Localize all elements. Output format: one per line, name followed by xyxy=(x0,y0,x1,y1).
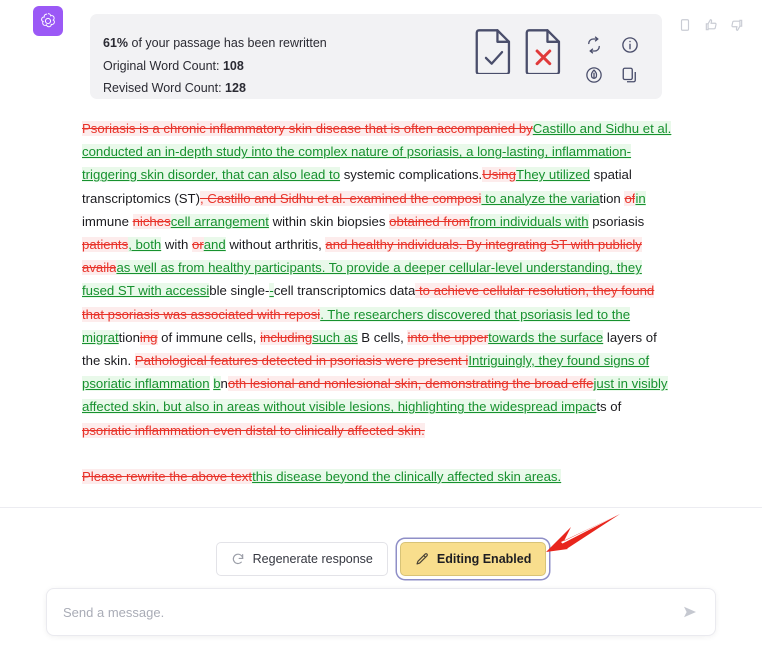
pen-icon xyxy=(415,552,429,566)
diff-inserted-text: and xyxy=(203,237,226,253)
diff-unchanged-text: tion xyxy=(599,190,625,206)
diff-deleted-text: of xyxy=(624,190,636,206)
diff-final-line: Please rewrite the above textthis diseas… xyxy=(82,465,672,488)
diff-unchanged-text: immune xyxy=(82,213,133,229)
original-word-count-line: Original Word Count: 108 xyxy=(103,55,327,78)
diff-deleted-text: Pathological features detected in psoria… xyxy=(134,353,469,369)
diff-inserted-text: , both xyxy=(128,237,162,253)
message-composer[interactable] xyxy=(46,588,716,636)
diff-deleted-text: including xyxy=(260,329,313,345)
diff-inserted-text: from individuals with xyxy=(469,213,589,229)
diff-unchanged-text: without arthritis, xyxy=(225,237,326,253)
info-icon[interactable] xyxy=(621,36,639,54)
diff-inserted-text: in xyxy=(635,190,646,206)
diff-deleted-text: niches xyxy=(132,213,171,229)
diff-inserted-text: such as xyxy=(312,329,358,345)
clipboard-icon[interactable] xyxy=(678,18,692,32)
refresh-icon xyxy=(231,552,245,566)
diff-deleted-text: Using xyxy=(482,167,516,183)
diff-deleted-text: or xyxy=(191,237,204,253)
message-input[interactable] xyxy=(47,604,673,620)
chatgpt-logo xyxy=(33,6,63,36)
rewritten-percent-suffix: of your passage has been rewritten xyxy=(128,36,327,50)
diff-unchanged-text: psoriasis xyxy=(588,213,645,229)
regenerate-response-button[interactable]: Regenerate response xyxy=(215,542,388,576)
diff-unchanged-text: n xyxy=(220,376,228,392)
diff-deleted-text: obtained from xyxy=(389,213,470,229)
panel-icon-group xyxy=(474,28,648,90)
diff-deleted-text: psoriatic inflammation even distal to cl… xyxy=(82,422,425,438)
revised-word-count-label: Revised Word Count: xyxy=(103,81,226,95)
chat-screen: 61% of your passage has been rewritten O… xyxy=(0,0,762,649)
diff-unchanged-text: ts of xyxy=(596,399,622,415)
diff-inserted-text: towards the surface xyxy=(488,329,604,345)
send-arrow-icon[interactable] xyxy=(673,595,707,629)
diff-unchanged-text: within skin biopsies xyxy=(268,213,390,229)
original-word-count-value: 108 xyxy=(222,58,244,73)
diff-deleted-text: Please rewrite the above text xyxy=(82,468,253,484)
diff-deleted-text: h lesional and nonlesional skin, demonst… xyxy=(238,376,594,392)
diff-text-body[interactable]: Psoriasis is a chronic inflammatory skin… xyxy=(82,117,672,488)
message-action-bar xyxy=(678,18,744,32)
diff-inserted-text: to analyze the varia xyxy=(481,190,600,206)
panel-small-icon-grid xyxy=(576,30,648,90)
rewritten-percent-value: 61% xyxy=(103,36,129,50)
diff-deleted-text: ing xyxy=(139,329,158,345)
thumbs-up-icon[interactable] xyxy=(704,18,718,32)
editing-enabled-button[interactable]: Editing Enabled xyxy=(399,542,547,576)
composer-zone: Regenerate response Editing Enabled xyxy=(0,508,762,649)
diff-deleted-text: , Castillo and Sidhu et al. examined the… xyxy=(199,190,482,206)
diff-inserted-text: b xyxy=(213,376,221,392)
diff-paragraph-gap xyxy=(82,442,672,465)
thumbs-down-icon[interactable] xyxy=(730,18,744,32)
diff-deleted-text: ot xyxy=(227,376,239,392)
regenerate-response-label: Regenerate response xyxy=(252,552,373,566)
diff-paragraph: Psoriasis is a chronic inflammatory skin… xyxy=(82,117,672,442)
reject-document-icon[interactable] xyxy=(524,28,564,76)
rewrite-stats-text: 61% of your passage has been rewritten O… xyxy=(103,32,327,100)
action-button-row: Regenerate response Editing Enabled xyxy=(0,542,762,576)
diff-unchanged-text: ble single- xyxy=(209,283,270,299)
diff-inserted-text: They utilized xyxy=(515,167,590,183)
revised-word-count-line: Revised Word Count: 128 xyxy=(103,77,327,100)
diff-deleted-text: into the upper xyxy=(407,329,489,345)
diff-unchanged-text: systemic complications. xyxy=(340,167,483,183)
diff-inserted-text: cell arrangement xyxy=(170,213,269,229)
feather-circle-icon[interactable] xyxy=(585,66,603,84)
diff-unchanged-text: cell transcriptomics data xyxy=(273,283,416,299)
copy-icon[interactable] xyxy=(621,66,639,84)
editing-enabled-label: Editing Enabled xyxy=(436,552,532,566)
diff-deleted-text: Psoriasis is a chronic inflammatory skin… xyxy=(82,121,533,136)
rewritten-percent-line: 61% of your passage has been rewritten xyxy=(103,32,327,55)
diff-unchanged-text: B cells, xyxy=(357,329,408,345)
accept-document-icon[interactable] xyxy=(474,28,514,76)
diff-inserted-text: this disease beyond the clinically affec… xyxy=(252,468,562,484)
revised-word-count-value: 128 xyxy=(225,81,246,95)
diff-unchanged-text: with xyxy=(161,237,192,253)
assistant-message: 61% of your passage has been rewritten O… xyxy=(0,0,762,99)
diff-unchanged-text: of immune cells, xyxy=(157,329,261,345)
diff-unchanged-text: tion xyxy=(118,329,140,345)
rewrite-stats-panel: 61% of your passage has been rewritten O… xyxy=(90,14,662,99)
diff-deleted-text: patients xyxy=(82,237,129,253)
loop-refresh-icon[interactable] xyxy=(585,36,603,54)
original-word-count-label: Original Word Count: xyxy=(103,58,223,73)
